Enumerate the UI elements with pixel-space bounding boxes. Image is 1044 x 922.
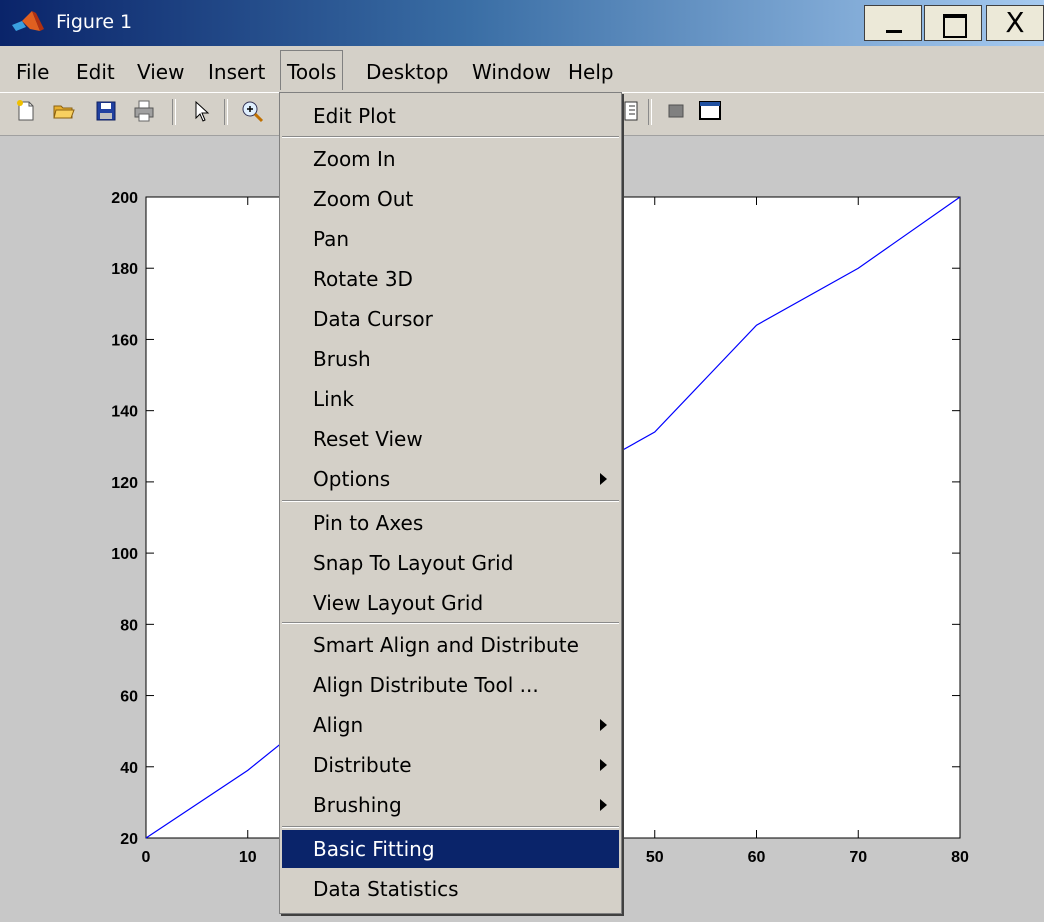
menu-view[interactable]: View: [137, 50, 184, 90]
menu-item-label: Brush: [313, 347, 371, 371]
hide-plot-tools-icon[interactable]: [664, 99, 688, 123]
menu-item-label: Link: [313, 387, 354, 411]
menu-item-pin-to-axes[interactable]: Pin to Axes: [282, 504, 619, 542]
y-tick-label: 160: [111, 332, 138, 349]
menu-item-label: Pin to Axes: [313, 511, 424, 535]
toolbar-separator: [172, 99, 176, 125]
menu-item-snap-to-layout-grid[interactable]: Snap To Layout Grid: [282, 544, 619, 582]
save-icon[interactable]: [94, 99, 118, 123]
menu-item-link[interactable]: Link: [282, 380, 619, 418]
menu-separator: [282, 826, 619, 828]
submenu-arrow-icon: [600, 759, 607, 771]
menu-item-label: Basic Fitting: [313, 837, 435, 861]
menu-file[interactable]: File: [16, 50, 49, 90]
x-tick-label: 50: [646, 849, 664, 866]
menu-item-label: Brushing: [313, 793, 402, 817]
menu-bar: File Edit View Insert Tools Desktop Wind…: [0, 50, 1044, 90]
menu-item-view-layout-grid[interactable]: View Layout Grid: [282, 584, 619, 622]
menu-item-data-statistics[interactable]: Data Statistics: [282, 870, 619, 908]
title-bar[interactable]: Figure 1 X: [0, 0, 1044, 46]
menu-item-rotate-3d[interactable]: Rotate 3D: [282, 260, 619, 298]
y-tick-label: 100: [111, 546, 138, 563]
menu-insert[interactable]: Insert: [208, 50, 265, 90]
print-icon[interactable]: [132, 99, 156, 123]
menu-item-options[interactable]: Options: [282, 460, 619, 498]
open-file-icon[interactable]: [52, 99, 76, 123]
data-cursor-icon[interactable]: [620, 99, 644, 123]
menu-item-label: Distribute: [313, 753, 412, 777]
menu-item-label: Options: [313, 467, 391, 491]
toolbar-separator: [648, 99, 652, 125]
matlab-logo-icon: [12, 11, 44, 31]
tools-menu-dropdown: Edit Plot Zoom In Zoom Out Pan Rotate 3D Data…: [279, 92, 622, 914]
y-tick-label: 200: [111, 190, 138, 207]
y-tick-label: 20: [120, 831, 138, 848]
y-tick-label: 120: [111, 475, 138, 492]
menu-item-label: View Layout Grid: [313, 591, 484, 615]
menu-separator: [282, 622, 619, 624]
menu-item-label: Reset View: [313, 427, 423, 451]
menu-edit[interactable]: Edit: [76, 50, 115, 90]
y-tick-label: 180: [111, 261, 138, 278]
menu-item-data-cursor[interactable]: Data Cursor: [282, 300, 619, 338]
menu-separator: [282, 136, 619, 138]
x-tick-label: 80: [951, 849, 969, 866]
submenu-arrow-icon: [600, 719, 607, 731]
menu-item-align[interactable]: Align: [282, 706, 619, 744]
new-figure-icon[interactable]: [14, 99, 38, 123]
x-tick-label: 60: [748, 849, 766, 866]
maximize-button[interactable]: [924, 5, 982, 41]
menu-item-label: Align: [313, 713, 364, 737]
menu-item-align-distribute-tool[interactable]: Align Distribute Tool ...: [282, 666, 619, 704]
zoom-in-icon[interactable]: [240, 99, 264, 123]
submenu-arrow-icon: [600, 799, 607, 811]
menu-item-smart-align-and-distribute[interactable]: Smart Align and Distribute: [282, 626, 619, 664]
menu-item-label: Rotate 3D: [313, 267, 413, 291]
window-title: Figure 1: [56, 11, 133, 33]
y-tick-label: 60: [120, 689, 138, 706]
menu-item-label: Snap To Layout Grid: [313, 551, 514, 575]
select-arrow-icon[interactable]: [190, 99, 214, 123]
menu-item-pan[interactable]: Pan: [282, 220, 619, 258]
menu-help[interactable]: Help: [568, 50, 614, 90]
menu-item-label: Data Cursor: [313, 307, 433, 331]
show-plot-tools-icon[interactable]: [698, 99, 722, 123]
x-tick-label: 10: [239, 849, 257, 866]
menu-separator: [282, 500, 619, 502]
menu-item-label: Edit Plot: [313, 104, 396, 128]
submenu-arrow-icon: [600, 473, 607, 485]
menu-desktop[interactable]: Desktop: [366, 50, 448, 90]
x-tick-label: 0: [142, 849, 151, 866]
menu-window[interactable]: Window: [472, 50, 551, 90]
menu-item-distribute[interactable]: Distribute: [282, 746, 619, 784]
menu-item-brush[interactable]: Brush: [282, 340, 619, 378]
menu-item-zoom-in[interactable]: Zoom In: [282, 140, 619, 178]
menu-item-brushing[interactable]: Brushing: [282, 786, 619, 824]
y-tick-label: 40: [120, 760, 138, 777]
menu-item-label: Smart Align and Distribute: [313, 633, 579, 657]
menu-item-reset-view[interactable]: Reset View: [282, 420, 619, 458]
close-button[interactable]: X: [986, 5, 1044, 41]
menu-tools[interactable]: Tools: [280, 50, 344, 90]
menu-item-basic-fitting[interactable]: Basic Fitting: [282, 830, 619, 868]
menu-item-label: Zoom Out: [313, 187, 414, 211]
menu-item-label: Align Distribute Tool ...: [313, 673, 539, 697]
close-icon: X: [1005, 6, 1025, 39]
minimize-button[interactable]: [864, 5, 922, 41]
menu-item-label: Zoom In: [313, 147, 396, 171]
menu-item-label: Data Statistics: [313, 877, 459, 901]
toolbar-separator: [224, 99, 228, 125]
y-tick-label: 80: [120, 617, 138, 634]
menu-item-edit-plot[interactable]: Edit Plot: [282, 97, 619, 135]
menu-item-zoom-out[interactable]: Zoom Out: [282, 180, 619, 218]
x-tick-label: 70: [849, 849, 867, 866]
menu-item-label: Pan: [313, 227, 350, 251]
y-tick-label: 140: [111, 404, 138, 421]
